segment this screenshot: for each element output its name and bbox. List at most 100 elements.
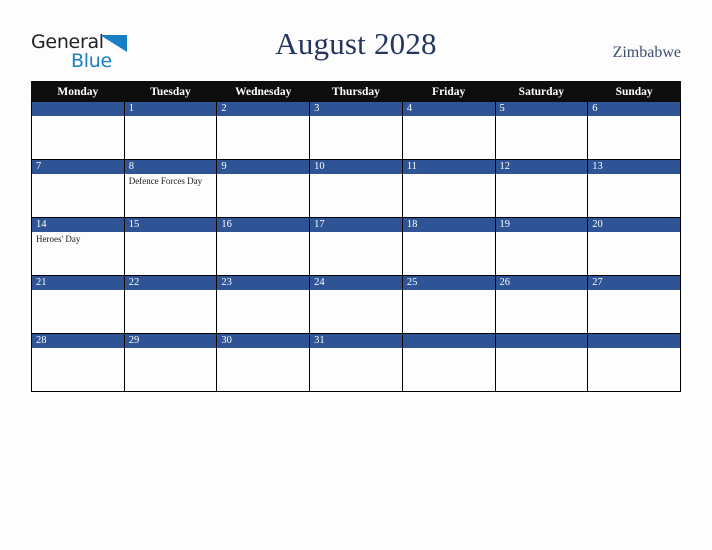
day-number: 29 xyxy=(124,334,217,348)
calendar-day-cell[interactable]: 12 xyxy=(494,159,589,218)
day-number: 18 xyxy=(402,218,495,232)
weekday-header-friday: Friday xyxy=(401,81,496,102)
day-events xyxy=(496,232,588,234)
day-events xyxy=(125,348,217,350)
day-events xyxy=(217,348,309,350)
calendar-day-cell[interactable]: 23 xyxy=(216,275,311,334)
day-number: 23 xyxy=(217,276,310,290)
page-header: General Blue August 2028 Zimbabwe xyxy=(0,0,712,80)
weekday-header-saturday: Saturday xyxy=(494,81,589,102)
day-events xyxy=(403,116,495,118)
weekday-header-tuesday: Tuesday xyxy=(123,81,218,102)
calendar-day-cell[interactable]: 3 xyxy=(309,101,403,160)
calendar-day-cell[interactable]: 30 xyxy=(216,333,311,392)
calendar-day-cell[interactable]: 17 xyxy=(309,217,403,276)
day-events xyxy=(310,348,402,350)
day-number: 25 xyxy=(402,276,495,290)
calendar-day-cell[interactable]: 6 xyxy=(587,101,681,160)
day-number: 13 xyxy=(588,160,680,174)
calendar-day-cell[interactable]: 28 xyxy=(31,333,125,392)
holiday-label: Heroes' Day xyxy=(36,234,81,244)
day-number xyxy=(495,334,588,348)
calendar-day-cell[interactable]: 14 Heroes' Day xyxy=(31,217,125,276)
day-events xyxy=(217,290,309,292)
calendar-day-cell[interactable]: 29 xyxy=(123,333,218,392)
day-number: 6 xyxy=(588,102,680,116)
calendar-day-cell[interactable]: 10 xyxy=(309,159,403,218)
day-events xyxy=(403,232,495,234)
day-number: 8 xyxy=(124,160,217,174)
calendar-day-cell[interactable]: 16 xyxy=(216,217,311,276)
day-number: 27 xyxy=(588,276,680,290)
day-number: 17 xyxy=(310,218,402,232)
calendar-week-row: 21 22 23 24 25 26 27 xyxy=(31,275,681,334)
day-events: Heroes' Day xyxy=(32,232,124,245)
weekday-header-thursday: Thursday xyxy=(309,81,403,102)
calendar-week-row: 28 29 30 31 xyxy=(31,333,681,392)
calendar-week-row: 123456 xyxy=(31,101,681,160)
day-events xyxy=(217,174,309,176)
day-number: 31 xyxy=(310,334,402,348)
calendar-day-cell[interactable]: 2 xyxy=(216,101,311,160)
day-events xyxy=(217,232,309,234)
day-events xyxy=(588,174,680,176)
day-number: 4 xyxy=(402,102,495,116)
calendar-day-cell[interactable]: 7 xyxy=(31,159,125,218)
calendar-empty-cell xyxy=(494,333,589,392)
weekday-header-wednesday: Wednesday xyxy=(216,81,311,102)
day-events xyxy=(588,232,680,234)
day-number: 10 xyxy=(310,160,402,174)
page-title: August 2028 xyxy=(275,26,437,61)
weekday-header-row: Monday Tuesday Wednesday Thursday Friday Satu… xyxy=(31,81,681,102)
calendar-day-cell[interactable]: 24 xyxy=(309,275,403,334)
day-events xyxy=(496,348,588,350)
calendar-day-cell[interactable]: 21 xyxy=(31,275,125,334)
day-events xyxy=(125,232,217,234)
day-events xyxy=(125,116,217,118)
calendar-day-cell[interactable]: 8 Defence Forces Day xyxy=(123,159,218,218)
day-number: 20 xyxy=(588,218,680,232)
calendar-week-row: 7 8 Defence Forces Day 9 10 11 12 13 xyxy=(31,159,681,218)
day-events xyxy=(310,232,402,234)
calendar-day-cell[interactable]: 22 xyxy=(123,275,218,334)
day-events xyxy=(496,116,588,118)
calendar-day-cell[interactable]: 25 xyxy=(401,275,496,334)
day-events xyxy=(32,174,124,176)
calendar-day-cell[interactable]: 15 xyxy=(123,217,218,276)
calendar-day-cell[interactable]: 18 xyxy=(401,217,496,276)
day-events xyxy=(217,116,309,118)
day-number: 19 xyxy=(495,218,588,232)
day-events xyxy=(588,116,680,118)
calendar-day-cell[interactable]: 31 xyxy=(309,333,403,392)
day-number: 22 xyxy=(124,276,217,290)
calendar-week-row: 14 Heroes' Day 15 16 17 18 19 20 xyxy=(31,217,681,276)
day-number xyxy=(32,102,124,116)
calendar-day-cell[interactable]: 19 xyxy=(494,217,589,276)
day-events xyxy=(310,116,402,118)
calendar-day-cell[interactable]: 11 xyxy=(401,159,496,218)
day-events xyxy=(32,290,124,292)
day-number: 30 xyxy=(217,334,310,348)
day-events xyxy=(310,174,402,176)
calendar-day-cell[interactable]: 27 xyxy=(587,275,681,334)
calendar-day-cell[interactable]: 9 xyxy=(216,159,311,218)
calendar-day-cell[interactable]: 20 xyxy=(587,217,681,276)
calendar-day-cell[interactable]: 4 xyxy=(401,101,496,160)
calendar-day-cell[interactable]: 26 xyxy=(494,275,589,334)
day-number: 28 xyxy=(32,334,124,348)
day-number: 24 xyxy=(310,276,402,290)
day-events xyxy=(310,290,402,292)
day-events xyxy=(125,290,217,292)
holiday-label: Defence Forces Day xyxy=(128,176,203,186)
day-number: 2 xyxy=(217,102,310,116)
day-number: 3 xyxy=(310,102,402,116)
calendar-empty-cell xyxy=(401,333,496,392)
day-events xyxy=(32,348,124,350)
calendar-day-cell[interactable]: 13 xyxy=(587,159,681,218)
calendar-day-cell[interactable]: 1 xyxy=(123,101,218,160)
day-events xyxy=(496,290,588,292)
day-number: 21 xyxy=(32,276,124,290)
day-events xyxy=(403,348,495,350)
calendar-day-cell[interactable]: 5 xyxy=(494,101,589,160)
calendar-empty-cell xyxy=(31,101,125,160)
